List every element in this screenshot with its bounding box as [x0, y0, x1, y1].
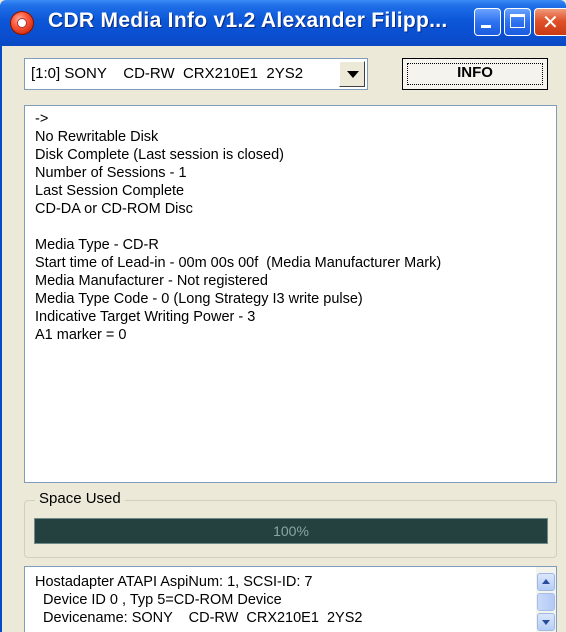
log-line: Devicename: SONY CD-RW CRX210E1 2YS2: [35, 610, 363, 626]
log-scrollbar[interactable]: [536, 567, 556, 632]
info-line: No Rewritable Disk: [35, 129, 159, 145]
info-button[interactable]: INFO: [402, 58, 548, 90]
media-info-textbox[interactable]: -> No Rewritable Disk Disk Complete (Las…: [24, 105, 557, 483]
info-line: Media Type - CD-R: [35, 237, 159, 253]
scroll-up-arrow-icon[interactable]: [537, 573, 555, 591]
close-icon: ✕: [542, 10, 559, 34]
window-title: CDR Media Info v1.2 Alexander Filipp...: [48, 9, 448, 32]
space-used-legend: Space Used: [35, 490, 125, 507]
log-line: Hostadapter ATAPI AspiNum: 1, SCSI-ID: 7: [35, 574, 313, 590]
progress-percent-text: 100%: [273, 523, 309, 539]
scroll-thumb[interactable]: [537, 593, 555, 611]
info-line: ->: [35, 111, 49, 127]
space-used-progress-bar: 100%: [34, 518, 548, 544]
info-button-label: INFO: [457, 64, 493, 81]
info-line: Start time of Lead-in - 00m 00s 00f (Med…: [35, 255, 442, 271]
info-line: Disk Complete (Last session is closed): [35, 147, 285, 163]
info-line: Number of Sessions - 1: [35, 165, 187, 181]
minimize-button[interactable]: [474, 8, 501, 36]
drive-select[interactable]: [1:0] SONY CD-RW CRX210E1 2YS2: [24, 58, 368, 90]
info-line: Indicative Target Writing Power - 3: [35, 309, 256, 325]
scroll-down-arrow-icon[interactable]: [537, 613, 555, 631]
info-line: CD-DA or CD-ROM Disc: [35, 201, 193, 217]
maximize-button[interactable]: [504, 8, 531, 36]
info-line: A1 marker = 0: [35, 327, 127, 343]
info-line: Media Manufacturer - Not registered: [35, 273, 268, 289]
title-bar[interactable]: CDR Media Info v1.2 Alexander Filipp... …: [0, 0, 566, 46]
info-line: Media Type Code - 0 (Long Strategy I3 wr…: [35, 291, 363, 307]
drive-select-value: [1:0] SONY CD-RW CRX210E1 2YS2: [31, 65, 304, 82]
cd-app-icon[interactable]: [10, 11, 34, 35]
close-button[interactable]: ✕: [534, 8, 566, 36]
info-line: Last Session Complete: [35, 183, 185, 199]
device-log-textbox[interactable]: Hostadapter ATAPI AspiNum: 1, SCSI-ID: 7…: [24, 566, 557, 632]
log-line: Device ID 0 , Typ 5=CD-ROM Device: [35, 592, 282, 608]
app-window: CDR Media Info v1.2 Alexander Filipp... …: [0, 0, 566, 632]
chevron-down-icon[interactable]: [339, 61, 365, 87]
